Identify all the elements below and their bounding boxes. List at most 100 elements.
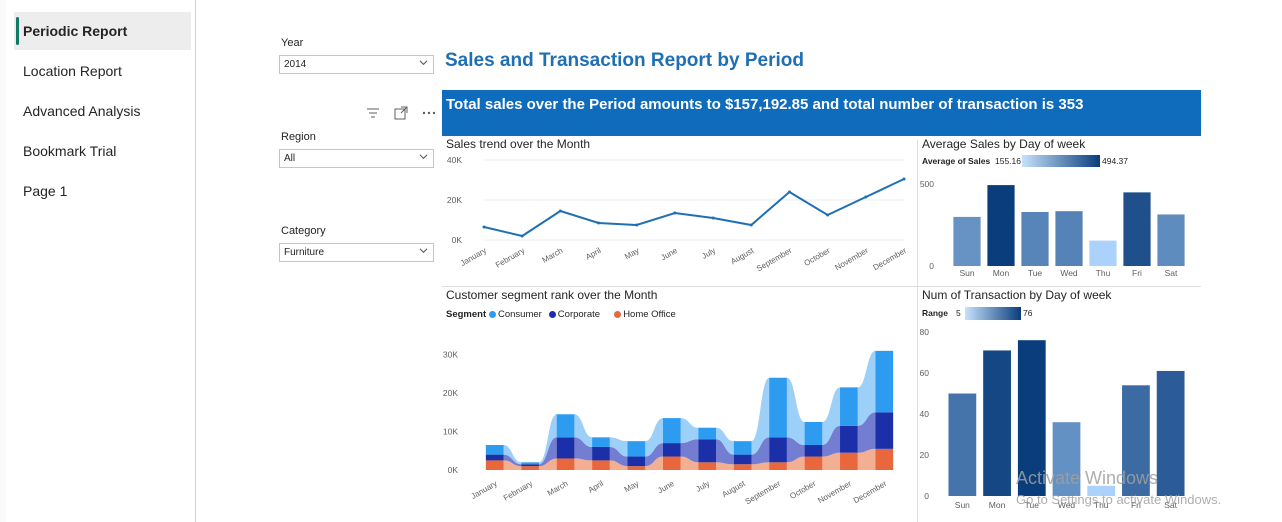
legend-dot [548,311,556,318]
x-tick-label: March [546,479,570,498]
ribbon-segment [662,418,681,444]
page-navigation: Periodic Report Location Report Advanced… [10,0,196,522]
filter-icon[interactable] [365,105,381,121]
sales-point [902,177,906,181]
ribbon-segment [662,456,681,470]
x-tick-label: December [872,246,909,272]
region-slicer-dropdown[interactable]: All [279,149,434,168]
x-tick-label: March [541,246,565,265]
nav-item-periodic-report[interactable]: Periodic Report [14,12,191,50]
ribbon-segment [592,437,610,447]
year-slicer-dropdown[interactable]: 2014 [279,55,434,74]
ribbon-segment [592,460,610,470]
chevron-down-icon [419,60,428,66]
sales-point [864,195,868,199]
segment-rank-ribbon-chart: 0K 10K 20K 30K January February March April May J… [443,350,894,506]
sales-point [635,223,639,227]
bar [1156,370,1185,496]
category-slicer-label: Category [281,225,326,237]
x-tick-label: Sun [959,268,974,278]
ribbon-segment [627,456,646,467]
sales-trend-line-chart: 0K 20K 40K January February March April May June… [447,155,909,273]
ribbon-segment [521,464,539,467]
ribbon-segment [521,466,539,470]
bar [1021,212,1049,266]
ribbon-segment [804,445,823,457]
bar [1157,214,1185,266]
legend-dot [489,311,496,318]
ribbon-segment [875,448,894,470]
ribbon-segment [556,437,575,459]
ribbon-segment [733,464,752,470]
x-tick-label: Sat [1165,268,1178,278]
year-slicer-value: 2014 [284,59,307,70]
y-tick-label: 0 [924,491,929,501]
avg-sales-bar-chart: 0 500 Sun Mon Tue Wed Thu Fri Sat [920,179,1185,278]
visual-divider [442,286,1201,287]
sales-trend-title: Sales trend over the Month [446,137,591,151]
x-tick-label: July [700,246,717,261]
focus-mode-icon[interactable] [393,105,409,121]
region-slicer-value: All [284,153,296,164]
ribbon-segment [521,462,539,465]
sales-point [787,190,791,194]
x-tick-label: October [802,246,831,268]
segment-legend-title: Segment [446,309,487,320]
segment-legend: Segment Consumer Corporate Home Office [446,308,746,322]
summary-banner: Total sales over the Period amounts to $… [442,90,1201,136]
year-slicer-label: Year [281,37,304,49]
y-tick-label: 30K [443,350,458,360]
ribbon-segment [769,377,787,438]
ribbon-segment [662,443,681,457]
nav-item-advanced-analysis[interactable]: Advanced Analysis [14,92,191,130]
avg-sales-legend-label: Average of Sales [922,156,991,166]
sales-point [826,213,830,217]
y-tick-label: 40 [920,409,930,419]
activate-windows-subtext: Go to Settings to activate Windows. [1016,492,1222,507]
x-tick-label: April [587,479,606,495]
sales-point [749,223,753,227]
activate-windows-watermark: Activate Windows [1016,468,1159,488]
app-window: Periodic Report Location Report Advanced… [0,0,1282,522]
x-tick-label: Mon [989,500,1006,510]
avg-sales-legend-max: 494.37 [1102,156,1128,166]
more-options-icon[interactable] [421,105,437,121]
ribbon-connector [786,377,805,446]
y-tick-label: 20 [920,450,930,460]
sales-series-line [483,178,905,238]
legend-label: Home Office [623,309,676,320]
y-tick-label: 80 [920,327,930,337]
ribbon-segment [698,427,717,440]
region-slicer-label: Region [281,131,316,143]
ribbon-connector [680,418,699,444]
transaction-legend-min: 5 [956,308,961,318]
left-edge-strip [0,0,6,522]
ribbon-segment [875,350,894,413]
ribbon-segment [556,458,575,470]
ribbon-segment [627,466,646,470]
y-tick-label: 0 [929,261,934,271]
nav-item-bookmark-trial[interactable]: Bookmark Trial [14,132,191,170]
ribbon-segment [840,387,858,426]
x-tick-label: April [584,246,603,262]
ribbon-segment [485,445,504,455]
sales-point [558,209,562,213]
avg-sales-gradient-legend [1022,155,1100,167]
x-tick-label: Sun [955,500,970,510]
y-tick-label: 500 [920,179,934,189]
legend-label: Consumer [498,309,542,320]
num-transaction-bar-chart: 020406080Sun Mon Tue Wed Thu Fri Sat [920,327,1185,510]
avg-sales-legend: Average of Sales 155.16 494.37 [922,155,1202,170]
transaction-legend-max: 76 [1023,308,1033,318]
avg-sales-title: Average Sales by Day of week [922,137,1086,151]
transaction-legend-label: Range [922,308,948,318]
transaction-legend: Range 5 76 [922,307,1202,322]
ribbon-segment [485,460,504,470]
x-tick-label: October [788,479,817,501]
x-tick-label: Tue [1028,268,1043,278]
nav-item-location-report[interactable]: Location Report [14,52,191,90]
category-slicer-dropdown[interactable]: Furniture [279,243,434,262]
nav-item-page-1[interactable]: Page 1 [14,172,191,210]
x-tick-label: June [656,479,676,496]
ribbon-segment [840,425,858,453]
